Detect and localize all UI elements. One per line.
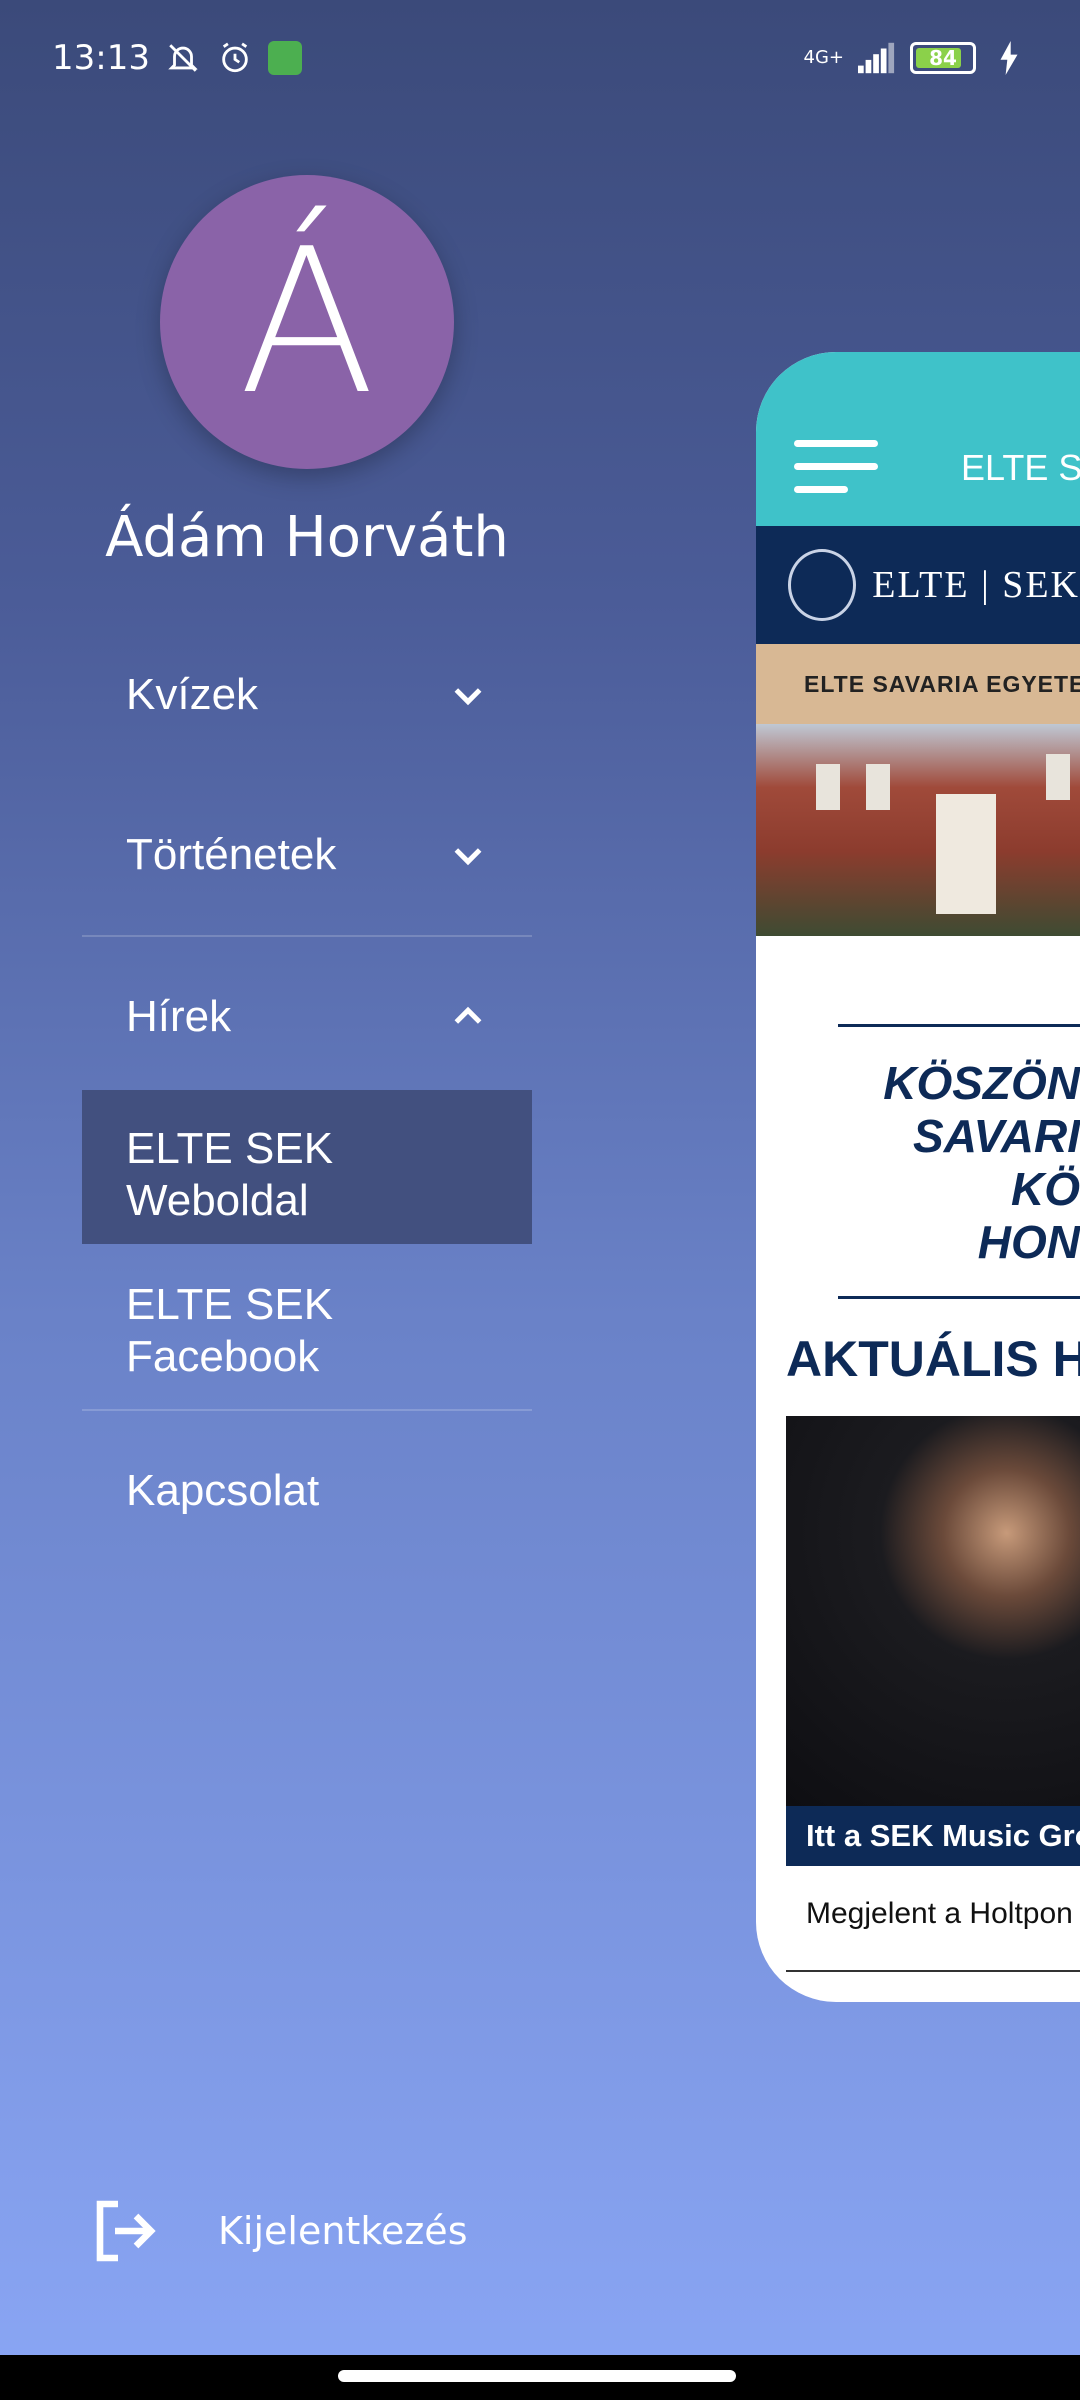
status-time: 13:13 [52,37,150,78]
logout-label: Kijelentkezés [218,2209,468,2253]
menu-item-label: Történetek [126,830,337,879]
menu-item-label: Hírek [126,992,232,1041]
news-image[interactable] [786,1416,1080,1806]
user-name: Ádám Horváth [105,505,509,570]
news-caption[interactable]: Itt a SEK Music Grou [786,1806,1080,1866]
crest-icon [788,549,857,621]
menu-item-label: Kapcsolat [126,1466,320,1515]
menu-item-hirek[interactable]: Hírek [82,937,532,1097]
alarm-icon [216,39,254,77]
submenu-item-elte-sek-weboldal[interactable]: ELTE SEK Weboldal [82,1097,382,1253]
chevron-up-icon [454,1006,482,1024]
battery-indicator: 84 [910,41,976,74]
news-excerpt: Megjelent a Holtpon [806,1897,1073,1930]
preview-app-title: ELTE S [961,447,1080,488]
heading-rule-bottom [838,1296,1080,1299]
main-content-preview[interactable]: ELTE S ELTE | SEK ELTE SAVARIA EGYETE KÖ… [756,352,1080,2002]
preview-banner: ELTE SAVARIA EGYETE [756,644,1080,724]
news-section-title: AKTUÁLIS HÍR [786,1331,1080,1387]
submenu-item-elte-sek-facebook[interactable]: ELTE SEK Facebook [82,1253,382,1409]
hamburger-menu-icon[interactable] [794,440,878,509]
home-gesture-handle[interactable] [338,2370,736,2382]
chevron-down-icon [454,848,482,866]
preview-logo-bar: ELTE | SEK [756,526,1080,644]
heading-rule-top [838,1024,1080,1027]
menu-item-tortenetek[interactable]: Történetek [82,775,532,935]
bell-off-icon [164,39,202,77]
signal-icon [858,39,896,77]
news-divider [786,1970,1080,1972]
preview-app-bar: ELTE S [756,352,1080,526]
heading-line-2: SAVARI [913,1110,1080,1162]
app-notification-icon [267,40,302,75]
battery-level: 84 [929,45,957,70]
status-bar: 13:13 4G+ 84 [0,0,1080,115]
heading-line-3: KÖ [1011,1163,1080,1215]
network-type: 4G+ [803,47,844,68]
menu-item-kapcsolat[interactable]: Kapcsolat [82,1411,532,1571]
menu-item-label: Kvízek [126,670,259,719]
avatar-letter: Á [238,205,376,439]
chevron-down-icon [454,688,482,706]
logout-button[interactable]: Kijelentkezés [88,2195,468,2267]
heading-line-4: HON [977,1216,1080,1268]
drawer-menu: Kvízek Történetek Hírek ELTE SEK Webolda… [82,615,532,1571]
preview-logo-text: ELTE | SEK [872,564,1080,606]
logout-icon [96,2200,156,2262]
charging-icon [990,39,1028,77]
avatar[interactable]: Á [160,175,454,469]
menu-item-kvizek[interactable]: Kvízek [82,615,532,775]
campus-photo [756,724,1080,936]
heading-line-1: KÖSZÖN [883,1057,1080,1109]
